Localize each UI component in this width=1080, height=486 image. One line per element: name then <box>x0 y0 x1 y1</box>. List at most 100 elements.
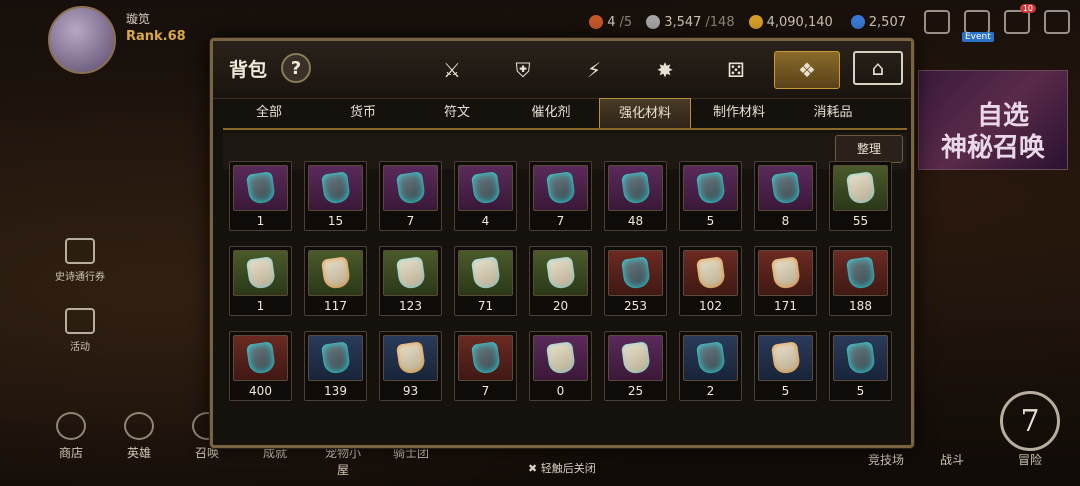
item-slot[interactable]: 48 <box>604 161 667 231</box>
shield-broken-icon[interactable]: ⛨ <box>490 51 556 89</box>
summon-banner[interactable]: 自选 神秘召唤 <box>918 70 1068 170</box>
nav-item[interactable]: 商店 <box>50 412 92 478</box>
item-row: 400 139 93 7 0 25 2 5 5 <box>229 331 909 401</box>
item-slot[interactable]: 188 <box>829 246 892 316</box>
item-slot[interactable]: 93 <box>379 331 442 401</box>
item-art <box>308 335 363 381</box>
item-slot[interactable]: 253 <box>604 246 667 316</box>
item-slot[interactable]: 4 <box>454 161 517 231</box>
chest-icon <box>770 341 801 375</box>
menu-icon[interactable] <box>1044 10 1070 34</box>
item-art <box>533 165 588 211</box>
item-slot[interactable]: 25 <box>604 331 667 401</box>
sub-tab[interactable]: 强化材料 <box>599 98 691 128</box>
item-grid: 1 15 7 4 7 48 5 8 55 1 117 123 71 20 253 102 171 188 400 13… <box>229 161 909 416</box>
item-slot[interactable]: 123 <box>379 246 442 316</box>
resource-item: 2,507 <box>850 15 910 30</box>
side-item-event[interactable]: 活动 <box>50 308 110 353</box>
sub-tab[interactable]: 符文 <box>411 98 503 128</box>
item-quantity: 117 <box>324 299 347 313</box>
guild-icon[interactable] <box>924 10 950 34</box>
chat-icon[interactable]: 10 <box>1004 4 1036 34</box>
item-art <box>233 165 288 211</box>
items-icon[interactable]: ❖ <box>774 51 840 89</box>
resource-value: 4 <box>607 14 616 30</box>
player-profile[interactable]: 璇笕 Rank.68 <box>48 6 186 74</box>
item-quantity: 4 <box>481 214 490 228</box>
item-art <box>833 165 888 211</box>
item-quantity: 0 <box>556 384 565 398</box>
player-name: 璇笕 <box>126 12 151 26</box>
category-tabs: ⚔ ⛨ ⚡ ✸ ⚄ ❖ ⌂ <box>419 51 903 89</box>
item-quantity: 1 <box>256 299 265 313</box>
lightning-icon[interactable]: ⚡ <box>561 51 627 89</box>
nav-battle[interactable]: 战斗 <box>940 451 964 468</box>
item-slot[interactable]: 400 <box>229 331 292 401</box>
item-slot[interactable]: 171 <box>754 246 817 316</box>
dice-icon[interactable]: ⚄ <box>703 51 769 89</box>
sub-tab[interactable]: 制作材料 <box>693 98 785 128</box>
item-slot[interactable]: 7 <box>529 161 592 231</box>
burst-icon[interactable]: ✸ <box>632 51 698 89</box>
item-quantity: 188 <box>849 299 872 313</box>
item-quantity: 5 <box>781 384 790 398</box>
inventory-panel: 背包 ? ⚔ ⛨ ⚡ ✸ ⚄ ❖ ⌂ 全部 货币 符文 催化剂 强化材料 制作材料 消耗品 整理 1 15… <box>210 38 914 448</box>
item-quantity: 5 <box>706 214 715 228</box>
item-quantity: 48 <box>627 214 644 228</box>
item-slot[interactable]: 15 <box>304 161 367 231</box>
sub-tab[interactable]: 消耗品 <box>787 98 879 128</box>
resource-max: /148 <box>705 14 735 30</box>
item-slot[interactable]: 2 <box>679 331 742 401</box>
nav-label: 竞技场 <box>867 453 904 467</box>
rune-icon <box>245 256 276 290</box>
rune-icon <box>620 171 651 205</box>
item-slot[interactable]: 55 <box>829 161 892 231</box>
help-button[interactable]: ? <box>281 53 311 83</box>
storage-icon[interactable]: ⌂ <box>853 51 903 85</box>
sort-button[interactable]: 整理 <box>835 135 903 163</box>
nav-arena[interactable]: 竞技场 <box>868 451 904 468</box>
item-art <box>458 250 513 296</box>
sub-tab[interactable]: 催化剂 <box>505 98 597 128</box>
item-slot[interactable]: 102 <box>679 246 742 316</box>
item-art <box>833 335 888 381</box>
nav-adventure[interactable]: 7 冒险 <box>1000 391 1060 468</box>
rune-icon <box>845 171 876 205</box>
item-slot[interactable]: 7 <box>379 161 442 231</box>
item-slot[interactable]: 1 <box>229 161 292 231</box>
item-slot[interactable]: 7 <box>454 331 517 401</box>
item-slot[interactable]: 139 <box>304 331 367 401</box>
item-slot[interactable]: 117 <box>304 246 367 316</box>
item-quantity: 55 <box>852 214 869 228</box>
item-art <box>758 165 813 211</box>
item-quantity: 7 <box>481 384 490 398</box>
side-label: 史诗通行券 <box>55 272 105 283</box>
item-row: 1 15 7 4 7 48 5 8 55 <box>229 161 909 231</box>
mail-icon[interactable]: Event <box>962 10 994 42</box>
equipment-icon[interactable]: ⚔ <box>419 51 485 89</box>
item-quantity: 20 <box>552 299 569 313</box>
item-art <box>233 250 288 296</box>
ember-crystal-icon <box>770 256 801 290</box>
sub-tab[interactable]: 货币 <box>317 98 409 128</box>
item-quantity: 15 <box>327 214 344 228</box>
item-quantity: 253 <box>624 299 647 313</box>
item-slot[interactable]: 0 <box>529 331 592 401</box>
item-slot[interactable]: 1 <box>229 246 292 316</box>
item-slot[interactable]: 71 <box>454 246 517 316</box>
rune-icon <box>320 256 351 290</box>
item-slot[interactable]: 5 <box>829 331 892 401</box>
item-slot[interactable]: 8 <box>754 161 817 231</box>
close-hint[interactable]: ✖ 轻触后关闭 <box>528 460 596 476</box>
item-slot[interactable]: 5 <box>679 161 742 231</box>
side-item-pass[interactable]: 史诗通行券 <box>50 238 110 283</box>
nav-item[interactable]: 英雄 <box>118 412 160 478</box>
item-art <box>233 335 288 381</box>
pass-icon <box>65 238 95 264</box>
sub-tab[interactable]: 全部 <box>223 98 315 128</box>
item-slot[interactable]: 20 <box>529 246 592 316</box>
item-art <box>533 335 588 381</box>
item-art <box>683 250 738 296</box>
item-slot[interactable]: 5 <box>754 331 817 401</box>
avatar[interactable] <box>48 6 116 74</box>
